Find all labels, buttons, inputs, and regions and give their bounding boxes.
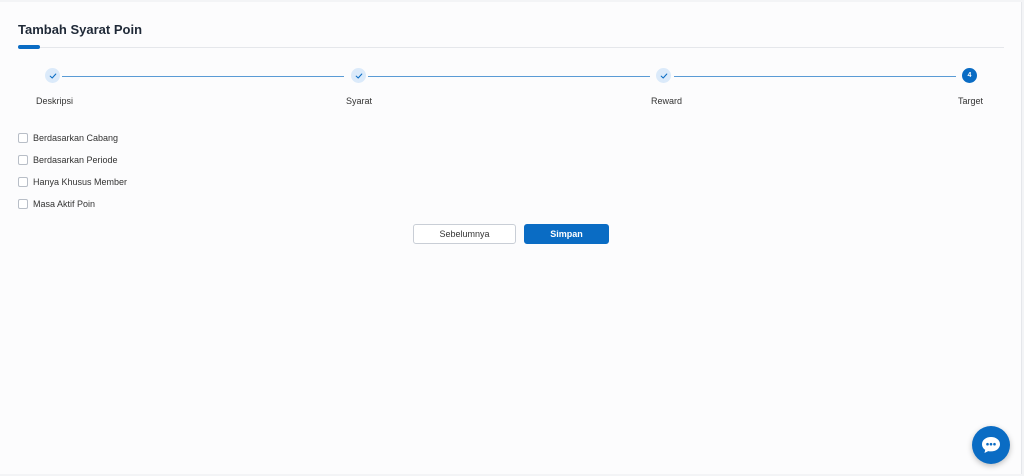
- member-only-checkbox[interactable]: [18, 177, 28, 187]
- chat-button[interactable]: [972, 426, 1010, 464]
- step-3-indicator[interactable]: [656, 68, 671, 83]
- active-period-checkbox[interactable]: [18, 199, 28, 209]
- option-masa-aktif-poin[interactable]: Masa Aktif Poin: [18, 193, 127, 215]
- target-options-list: Berdasarkan Cabang Berdasarkan Periode H…: [18, 127, 127, 215]
- step-connector-1: [62, 76, 344, 77]
- save-button[interactable]: Simpan: [524, 224, 609, 244]
- option-berdasarkan-cabang[interactable]: Berdasarkan Cabang: [18, 127, 127, 149]
- title-divider: [40, 47, 1004, 48]
- step-connector-2: [368, 76, 650, 77]
- option-label: Berdasarkan Periode: [33, 155, 118, 165]
- option-label: Berdasarkan Cabang: [33, 133, 119, 143]
- previous-button[interactable]: Sebelumnya: [413, 224, 516, 244]
- step-4-label: Target: [958, 96, 984, 106]
- title-underline-accent: [18, 45, 40, 49]
- step-2-label: Syarat: [346, 96, 373, 106]
- step-1-indicator[interactable]: [45, 68, 60, 83]
- page-title: Tambah Syarat Poin: [18, 22, 143, 37]
- chat-bubble-icon: [982, 437, 1000, 453]
- stepper: 4 Deskripsi Syarat Reward Target: [0, 68, 1022, 112]
- step-3-label: Reward: [651, 96, 683, 106]
- branch-checkbox[interactable]: [18, 133, 28, 143]
- step-2-indicator[interactable]: [351, 68, 366, 83]
- check-icon: [660, 72, 667, 79]
- step-connector-3: [674, 76, 956, 77]
- option-label: Masa Aktif Poin: [33, 199, 96, 209]
- option-label: Hanya Khusus Member: [33, 177, 128, 187]
- check-icon: [355, 72, 362, 79]
- period-checkbox[interactable]: [18, 155, 28, 165]
- main-card: Tambah Syarat Poin 4 Deskripsi Syarat Re…: [0, 2, 1022, 474]
- option-hanya-khusus-member[interactable]: Hanya Khusus Member: [18, 171, 127, 193]
- step-1-label: Deskripsi: [36, 96, 74, 106]
- option-berdasarkan-periode[interactable]: Berdasarkan Periode: [18, 149, 127, 171]
- check-icon: [49, 72, 56, 79]
- step-4-indicator[interactable]: 4: [962, 68, 977, 83]
